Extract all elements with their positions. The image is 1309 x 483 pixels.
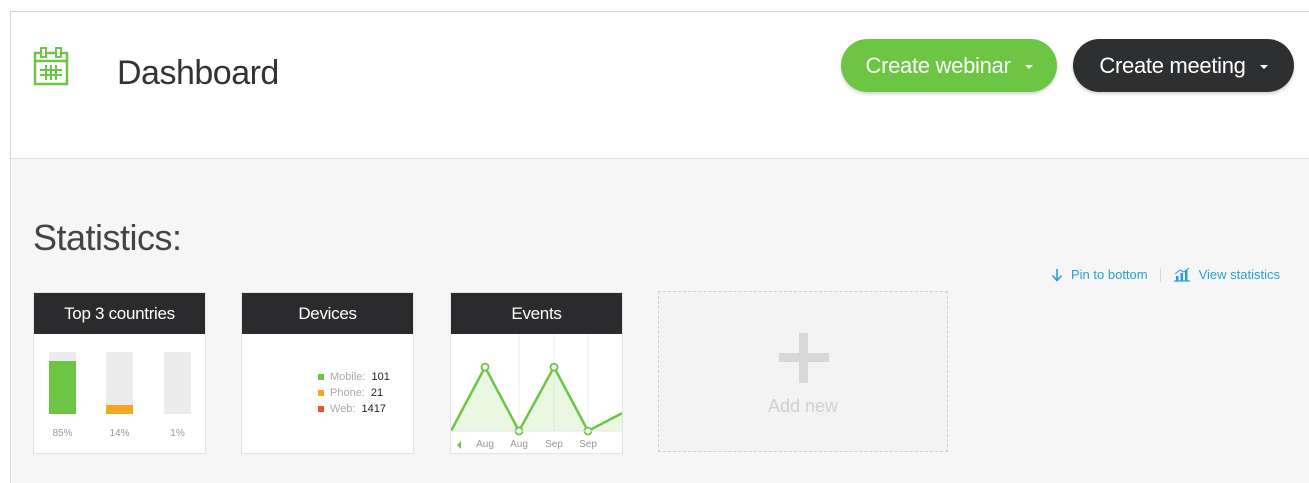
country-bar bbox=[49, 352, 76, 414]
actions-divider bbox=[1159, 267, 1161, 282]
calendar-icon bbox=[33, 47, 69, 86]
legend-swatch bbox=[318, 390, 324, 396]
arrow-down-icon bbox=[1051, 268, 1063, 282]
view-statistics-link[interactable]: View statistics bbox=[1173, 267, 1280, 282]
card-header: Devices bbox=[242, 293, 413, 334]
device-value: 101 bbox=[371, 371, 390, 383]
header: Dashboard Create webinar Create meeting bbox=[11, 12, 1309, 159]
countries-chart: 85% 14% 1% bbox=[34, 334, 205, 453]
country-bar-fill bbox=[49, 361, 76, 414]
statistics-actions: Pin to bottom View statistics bbox=[1051, 267, 1280, 282]
top-countries-card[interactable]: Top 3 countries 85% 14% 1% bbox=[33, 292, 206, 454]
x-tick-label: Sep bbox=[579, 439, 597, 450]
device-item: Phone: 21 bbox=[318, 385, 390, 401]
plus-icon bbox=[779, 333, 829, 383]
create-webinar-label: Create webinar bbox=[865, 52, 1011, 78]
device-item: Mobile: 101 bbox=[318, 369, 390, 385]
device-legend: Mobile: 101 Phone: 21 Web: 1417 bbox=[318, 369, 390, 417]
card-title: Devices bbox=[298, 303, 357, 323]
chevron-down-icon bbox=[1024, 64, 1033, 69]
country-bar-label: 1% bbox=[170, 428, 185, 439]
events-point bbox=[549, 362, 559, 372]
card-title: Events bbox=[511, 303, 562, 323]
dashboard-frame: Dashboard Create webinar Create meeting … bbox=[10, 11, 1309, 483]
country-bar bbox=[106, 352, 133, 414]
country-bar bbox=[164, 352, 191, 414]
bar-chart-icon bbox=[1173, 267, 1190, 282]
card-header: Top 3 countries bbox=[34, 293, 205, 334]
events-card[interactable]: Events Aug Aug Sep Sep bbox=[450, 292, 623, 454]
statistics-title: Statistics: bbox=[33, 217, 182, 258]
device-value: 21 bbox=[370, 387, 384, 399]
devices-card[interactable]: Devices Mobile: 101 Phone: 21 Web: 1417 bbox=[241, 292, 414, 454]
create-meeting-label: Create meeting bbox=[1099, 52, 1246, 78]
view-statistics-label: View statistics bbox=[1198, 267, 1281, 282]
chevron-down-icon bbox=[1259, 64, 1268, 69]
legend-swatch bbox=[318, 406, 324, 412]
page-title: Dashboard bbox=[117, 54, 279, 92]
x-tick-label: Aug bbox=[510, 439, 528, 450]
x-tick-label: Sep bbox=[545, 439, 563, 450]
create-meeting-button[interactable]: Create meeting bbox=[1073, 39, 1294, 92]
country-bar-label: 85% bbox=[52, 428, 73, 439]
pin-to-bottom-link[interactable]: Pin to bottom bbox=[1051, 267, 1148, 282]
card-header: Events bbox=[451, 293, 622, 334]
add-new-label: Add new bbox=[767, 396, 839, 416]
events-point bbox=[480, 362, 490, 372]
events-body: Aug Aug Sep Sep bbox=[451, 334, 622, 453]
device-item: Web: 1417 bbox=[318, 401, 390, 417]
pin-to-bottom-label: Pin to bottom bbox=[1071, 267, 1148, 282]
legend-swatch bbox=[318, 374, 324, 380]
device-name: Web: bbox=[330, 403, 356, 415]
add-new-widget[interactable]: Add new bbox=[658, 291, 948, 452]
device-name: Phone: bbox=[330, 387, 365, 399]
triangle-left-icon[interactable] bbox=[457, 441, 461, 449]
card-title: Top 3 countries bbox=[64, 303, 175, 323]
device-name: Mobile: bbox=[330, 371, 366, 383]
events-line-chart: Aug Aug Sep Sep bbox=[451, 334, 622, 450]
devices-body: Mobile: 101 Phone: 21 Web: 1417 bbox=[242, 334, 413, 453]
country-bar-fill bbox=[106, 405, 133, 414]
device-value: 1417 bbox=[361, 403, 386, 415]
country-bar-label: 14% bbox=[109, 428, 130, 439]
x-tick-label: Aug bbox=[476, 439, 494, 450]
create-webinar-button[interactable]: Create webinar bbox=[841, 39, 1057, 92]
